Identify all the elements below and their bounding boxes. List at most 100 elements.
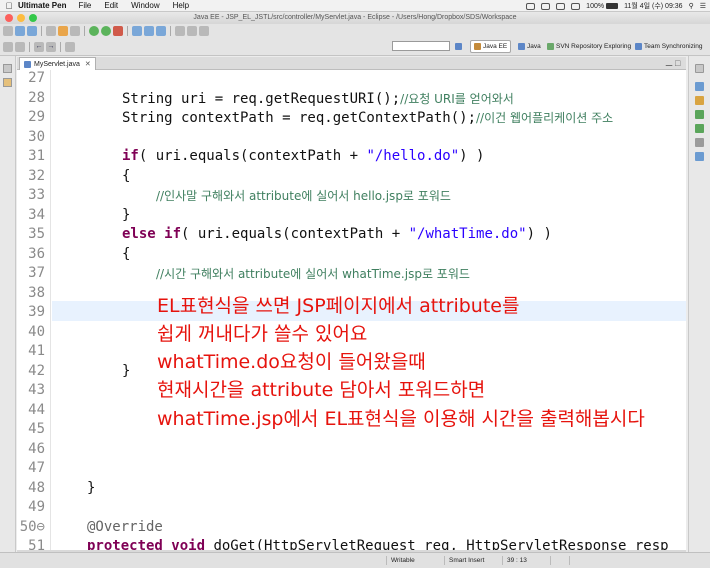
save-icon[interactable] [15,26,25,36]
menu-file[interactable]: File [78,1,91,10]
close-tab-icon[interactable]: ✕ [85,60,91,68]
search-icon[interactable] [187,26,197,36]
display-icon[interactable] [541,2,551,10]
print-icon[interactable] [46,26,56,36]
code-line-31: if( uri.equals(contextPath + "/hello.do"… [122,148,484,164]
forward-icon[interactable]: → [46,41,56,52]
menu-window[interactable]: Window [131,1,159,10]
toolbar-divider [84,26,85,36]
annotation-line-2: 쉽게 꺼내다가 쓸수 있어요 [157,323,368,345]
markers-icon[interactable] [695,110,704,119]
restore-view-icon[interactable] [3,64,12,73]
line-number: 45 [28,421,45,437]
tab-label: MyServlet.java [34,60,80,68]
line-number: 36 [28,245,45,262]
minimize-editor-icon[interactable]: ⚊ [665,58,673,69]
annotation-line-1: EL표현식을 쓰면 JSP페이지에서 attribute를 [157,295,520,317]
zoom-window-button[interactable] [29,14,37,22]
line-number: 42 [28,362,45,379]
previous-annotation-icon[interactable] [15,41,25,52]
code-text: ( uri.equals(contextPath + [138,148,367,164]
close-window-button[interactable] [5,14,13,22]
toggle-mark-icon[interactable] [199,26,209,36]
code-text: ) ) [459,148,485,164]
server-icon[interactable] [58,26,68,36]
open-perspective-icon[interactable] [452,40,465,53]
battery-indicator[interactable]: 100% [586,2,619,10]
gutter-divider [50,70,51,550]
apple-menu-icon[interactable]:  [0,1,18,11]
main-toolbar [0,24,710,38]
minimize-window-button[interactable] [17,14,25,22]
line-number: 35 [28,226,45,242]
code-comment: //시간 구해와서 attribute에 실어서 whatTime.jsp로 포… [156,267,470,281]
maximize-editor-icon[interactable]: □ [675,58,680,68]
left-trim-stack [0,56,16,552]
menubar-clock[interactable]: 11월 4일 (수) 09:36 [624,1,683,11]
perspective-java[interactable]: Java [515,40,544,53]
team-sync-perspective-icon [635,43,642,50]
new-class-icon[interactable] [156,26,166,36]
pin-editor-icon[interactable] [65,41,75,52]
back-icon[interactable]: ← [34,41,44,52]
new-package-icon[interactable] [144,26,154,36]
search-icon[interactable]: ⚲ [689,2,694,10]
notification-icon[interactable]: ☰ [700,2,706,10]
toolbar-divider [170,26,171,36]
line-number: 37 [28,265,45,281]
project-explorer-icon[interactable] [3,78,12,87]
perspective-label: Java EE [483,43,508,50]
code-string: "/hello.do" [366,148,460,164]
build-icon[interactable] [70,26,80,36]
annotation-line-4: 현재시간을 attribute 담아서 포워드하면 [157,379,486,401]
line-number: 43 [28,382,45,398]
line-number: 39 [28,304,45,320]
open-perspective-glyph-icon [455,43,462,50]
code-text: ( uri.equals(contextPath + [181,226,409,242]
menu-help[interactable]: Help [173,1,189,10]
code-line-35: else if( uri.equals(contextPath + "/what… [122,226,552,242]
perspective-label: Team Synchronizing [644,43,703,50]
debug-icon[interactable] [89,26,99,36]
new-icon[interactable] [3,26,13,36]
servers-icon[interactable] [695,124,704,133]
perspective-java-ee[interactable]: Java EE [470,40,512,53]
dropbox-icon[interactable] [526,2,536,10]
perspective-team-sync[interactable]: Team Synchronizing [632,40,706,53]
console-icon[interactable] [695,138,704,147]
perspective-svn[interactable]: SVN Repository Exploring [544,40,634,53]
java-perspective-icon [518,43,525,50]
outline-icon[interactable] [695,82,704,91]
line-number: 34 [28,206,45,223]
line-number: 50⊖ [19,518,45,535]
code-line-34: } [122,206,131,223]
external-tools-icon[interactable] [113,26,123,36]
new-java-project-icon[interactable] [132,26,142,36]
code-line-42: } [122,362,131,379]
task-list-icon[interactable] [695,96,704,105]
code-text: doGet(HttpServletRequest req, HttpServle… [205,538,669,550]
mac-menu-bar:  Ultimate Pen File Edit Window Help 100… [0,0,710,12]
bluetooth-icon[interactable] [556,2,566,10]
line-number: 30 [28,128,45,145]
open-type-icon[interactable] [175,26,185,36]
line-number: 46 [28,440,45,457]
data-source-icon[interactable] [695,152,704,161]
code-comment: //이건 웹어플리케이션 주소 [476,111,614,125]
save-all-icon[interactable] [27,26,37,36]
app-name-menu[interactable]: Ultimate Pen [18,1,66,10]
battery-percent: 100% [586,2,605,10]
run-icon[interactable] [101,26,111,36]
code-keyword: if [164,226,182,242]
line-number: 44 [28,401,45,418]
menu-edit[interactable]: Edit [104,1,118,10]
code-line-33: //인사말 구해와서 attribute에 실어서 hello.jsp로 포워드 [156,187,451,204]
perspective-label: Java [527,43,541,50]
wifi-icon[interactable] [571,2,581,10]
next-annotation-icon[interactable] [3,41,13,52]
quick-access-input[interactable] [392,41,450,51]
restore-view-icon[interactable] [695,64,704,73]
line-number: 38 [28,284,45,301]
tab-myservlet-java[interactable]: MyServlet.java ✕ [19,57,96,70]
line-number: 28 [28,89,45,106]
